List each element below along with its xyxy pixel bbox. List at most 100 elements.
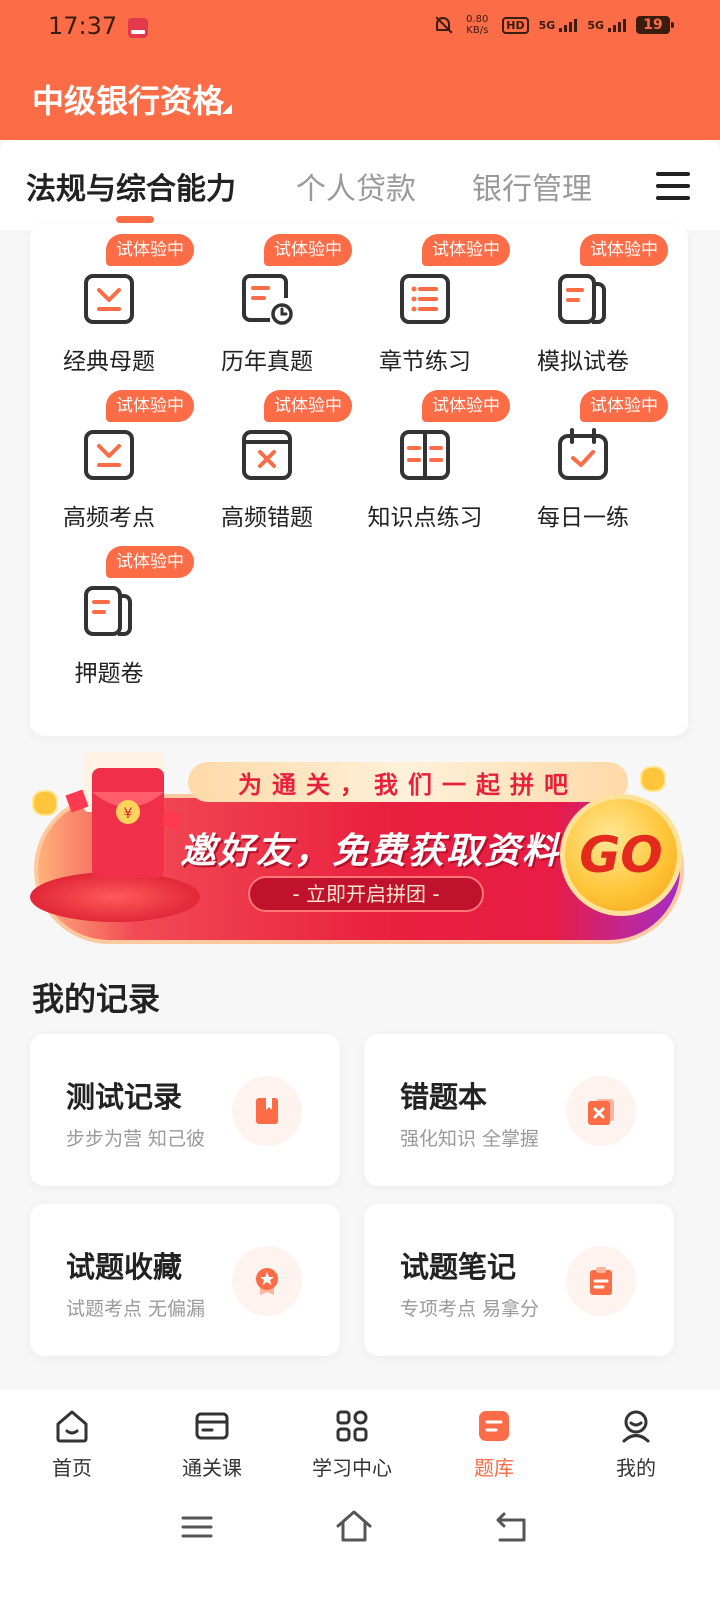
trial-badge: 试体验中 (264, 234, 352, 266)
nav-label: 题库 (474, 1456, 514, 1480)
trial-badge: 试体验中 (422, 234, 510, 266)
knowledge-practice-icon (400, 430, 450, 480)
net-speed: 0.80 KB/s (462, 14, 492, 36)
grid-item-label: 经典母题 (63, 349, 155, 375)
home-icon (56, 1410, 88, 1443)
trial-badge: 试体验中 (106, 390, 194, 422)
status-bar: 17:37 0.80 KB/s HD 5G 5G 19 (0, 0, 720, 56)
practice-grid: 试体验中 经典母题 试体验中 历年真题 试体验中 章节练习 试体验中 模拟试卷 … (30, 224, 688, 736)
caret-down-icon[interactable] (222, 104, 232, 114)
grid-item-label: 每日一练 (537, 505, 629, 531)
favorites-card[interactable]: 试题收藏 试题考点 无偏漏 (30, 1204, 340, 1356)
past-exams-icon (242, 274, 293, 325)
tab-personal-loans[interactable]: 个人贷款 (296, 164, 416, 208)
svg-text:¥: ¥ (124, 806, 133, 822)
app-header: 17:37 0.80 KB/s HD 5G 5G 19 中级银行资格 (0, 0, 720, 140)
battery-icon: 19 (636, 16, 674, 34)
banner-top-text: 为通关，我们一起拼吧 (238, 770, 578, 799)
menu-icon[interactable] (656, 172, 690, 200)
grid-item-label: 模拟试卷 (537, 349, 629, 375)
frequent-points-icon (84, 430, 134, 480)
coin-icon (640, 766, 666, 792)
status-time: 17:37 (48, 12, 118, 40)
chapter-practice-icon (400, 274, 450, 324)
grid-item-chapter-practice[interactable]: 试体验中 章节练习 (346, 224, 510, 375)
signal-icon: 5G (587, 18, 626, 32)
nav-question-bank[interactable]: 题库 (434, 1404, 554, 1484)
nav-course[interactable]: 通关课 (152, 1404, 272, 1484)
grid-item-label: 历年真题 (221, 349, 313, 375)
grid-item-label: 押题卷 (74, 661, 144, 687)
coin-icon (32, 790, 58, 816)
records-section-title: 我的记录 (32, 980, 161, 1018)
grid-icon (336, 1410, 368, 1442)
frequent-mistakes-icon (242, 430, 292, 480)
predicted-paper-icon (84, 586, 132, 636)
bottom-navigation: 首页 通关课 学习中心 题库 我的 (0, 1390, 720, 1490)
system-navigation-bar (0, 1490, 720, 1600)
signal-icon: 5G (538, 18, 578, 32)
nav-label: 首页 (52, 1456, 92, 1480)
wrong-book-card[interactable]: 错题本 强化知识 全掌握 (364, 1034, 674, 1186)
grid-item-label: 知识点练习 (367, 505, 483, 531)
nav-profile[interactable]: 我的 (576, 1404, 696, 1484)
nav-label: 学习中心 (312, 1456, 392, 1480)
wrong-book-icon (566, 1076, 636, 1146)
subject-tabs: 法规与综合能力 个人贷款 银行管理 (0, 140, 720, 230)
system-home-icon[interactable] (334, 1508, 374, 1544)
card-subtitle: 步步为营 知己彼 (66, 1128, 206, 1150)
group-buy-banner[interactable]: 为通关，我们一起拼吧 ¥ 邀好友，免费获取资料 - 立即开启拼团 - GO (30, 752, 688, 958)
test-records-card[interactable]: 测试记录 步步为营 知己彼 (30, 1034, 340, 1186)
course-card-icon (195, 1412, 229, 1440)
tab-bank-management[interactable]: 银行管理 (472, 164, 592, 208)
exam-selector-title[interactable]: 中级银行资格 (32, 76, 224, 122)
nav-label: 通关课 (182, 1456, 242, 1480)
net-speed-unit: KB/s (466, 25, 489, 36)
card-title: 试题收藏 (66, 1250, 183, 1284)
grid-item-predicted-paper[interactable]: 试体验中 押题卷 (30, 536, 194, 687)
bookmark-icon (232, 1076, 302, 1146)
card-title: 测试记录 (66, 1080, 183, 1114)
card-subtitle: 试题考点 无偏漏 (66, 1298, 206, 1320)
trial-badge: 试体验中 (264, 390, 352, 422)
grid-item-label: 高频错题 (221, 505, 313, 531)
red-envelope-icon: ¥ (65, 752, 183, 878)
tab-regulations[interactable]: 法规与综合能力 (26, 164, 236, 208)
mock-paper-icon (558, 274, 606, 324)
net-speed-value: 0.80 (466, 14, 489, 25)
card-title: 试题笔记 (400, 1250, 517, 1284)
signal-label: 5G (538, 18, 556, 32)
grid-item-frequent-mistakes[interactable]: 试体验中 高频错题 (188, 380, 352, 531)
question-bank-icon (479, 1411, 509, 1441)
mute-bell-icon (434, 15, 452, 35)
hd-voice-icon: HD (502, 16, 529, 34)
start-group-button[interactable]: - 立即开启拼团 - (248, 876, 484, 912)
daily-practice-icon (558, 428, 608, 480)
banner-main-text: 邀好友，免费获取资料 (180, 831, 561, 872)
notes-card[interactable]: 试题笔记 专项考点 易拿分 (364, 1204, 674, 1356)
favorite-star-icon (232, 1246, 302, 1316)
go-button[interactable]: GO (560, 794, 682, 916)
notification-app-icon (128, 18, 148, 38)
notes-clipboard-icon (566, 1246, 636, 1316)
grid-item-label: 章节练习 (379, 349, 471, 375)
nav-home[interactable]: 首页 (12, 1404, 132, 1484)
trial-badge: 试体验中 (580, 234, 668, 266)
grid-item-label: 高频考点 (63, 505, 155, 531)
grid-item-daily-practice[interactable]: 试体验中 每日一练 (504, 380, 668, 531)
trial-badge: 试体验中 (106, 234, 194, 266)
active-tab-indicator (116, 216, 154, 223)
recent-apps-icon[interactable] (180, 1510, 214, 1544)
back-icon[interactable] (494, 1510, 530, 1544)
card-subtitle: 专项考点 易拿分 (400, 1298, 540, 1320)
grid-item-mock-paper[interactable]: 试体验中 模拟试卷 (504, 224, 668, 375)
status-indicators: 0.80 KB/s HD 5G 5G 19 (434, 14, 674, 36)
grid-item-classic-questions[interactable]: 试体验中 经典母题 (30, 224, 194, 375)
nav-study-center[interactable]: 学习中心 (292, 1404, 412, 1484)
trial-badge: 试体验中 (106, 546, 194, 578)
profile-icon (622, 1410, 650, 1443)
grid-item-knowledge-practice[interactable]: 试体验中 知识点练习 (346, 380, 510, 531)
grid-item-frequent-points[interactable]: 试体验中 高频考点 (30, 380, 194, 531)
signal-label: 5G (587, 18, 604, 32)
grid-item-past-exams[interactable]: 试体验中 历年真题 (188, 224, 352, 375)
